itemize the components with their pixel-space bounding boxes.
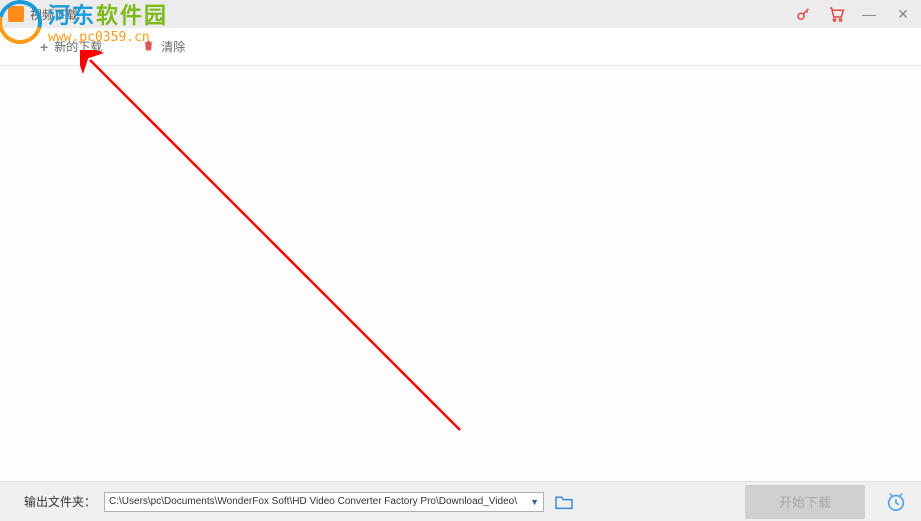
- start-download-button[interactable]: 开始下载: [745, 485, 865, 519]
- window-title: 视频下载: [30, 6, 78, 23]
- trash-icon: [142, 39, 155, 55]
- toolbar: + 新的下载 清除: [0, 28, 921, 66]
- minimize-button[interactable]: —: [859, 4, 879, 24]
- output-path-dropdown[interactable]: C:\Users\pc\Documents\WonderFox Soft\HD …: [104, 492, 544, 512]
- plus-icon: +: [40, 39, 48, 55]
- clear-label: 清除: [161, 38, 185, 55]
- key-icon[interactable]: [795, 5, 813, 23]
- browse-folder-button[interactable]: [552, 492, 576, 512]
- title-left: 视频下载: [8, 6, 78, 23]
- new-download-button[interactable]: + 新的下载: [40, 38, 102, 55]
- output-path-text: C:\Users\pc\Documents\WonderFox Soft\HD …: [109, 496, 517, 507]
- cart-icon[interactable]: [827, 5, 845, 23]
- new-download-label: 新的下载: [54, 38, 102, 55]
- output-folder-label: 输出文件夹：: [24, 493, 96, 510]
- schedule-icon[interactable]: [883, 489, 909, 515]
- app-icon: [8, 6, 24, 22]
- bottom-bar: 输出文件夹： C:\Users\pc\Documents\WonderFox S…: [0, 481, 921, 521]
- close-button[interactable]: ✕: [893, 4, 913, 24]
- download-list-area: [0, 66, 921, 481]
- dropdown-arrow-icon: ▼: [530, 497, 539, 507]
- clear-button[interactable]: 清除: [142, 38, 185, 55]
- title-controls: — ✕: [795, 4, 913, 24]
- start-download-label: 开始下载: [779, 492, 831, 511]
- title-bar: 视频下载 — ✕: [0, 0, 921, 28]
